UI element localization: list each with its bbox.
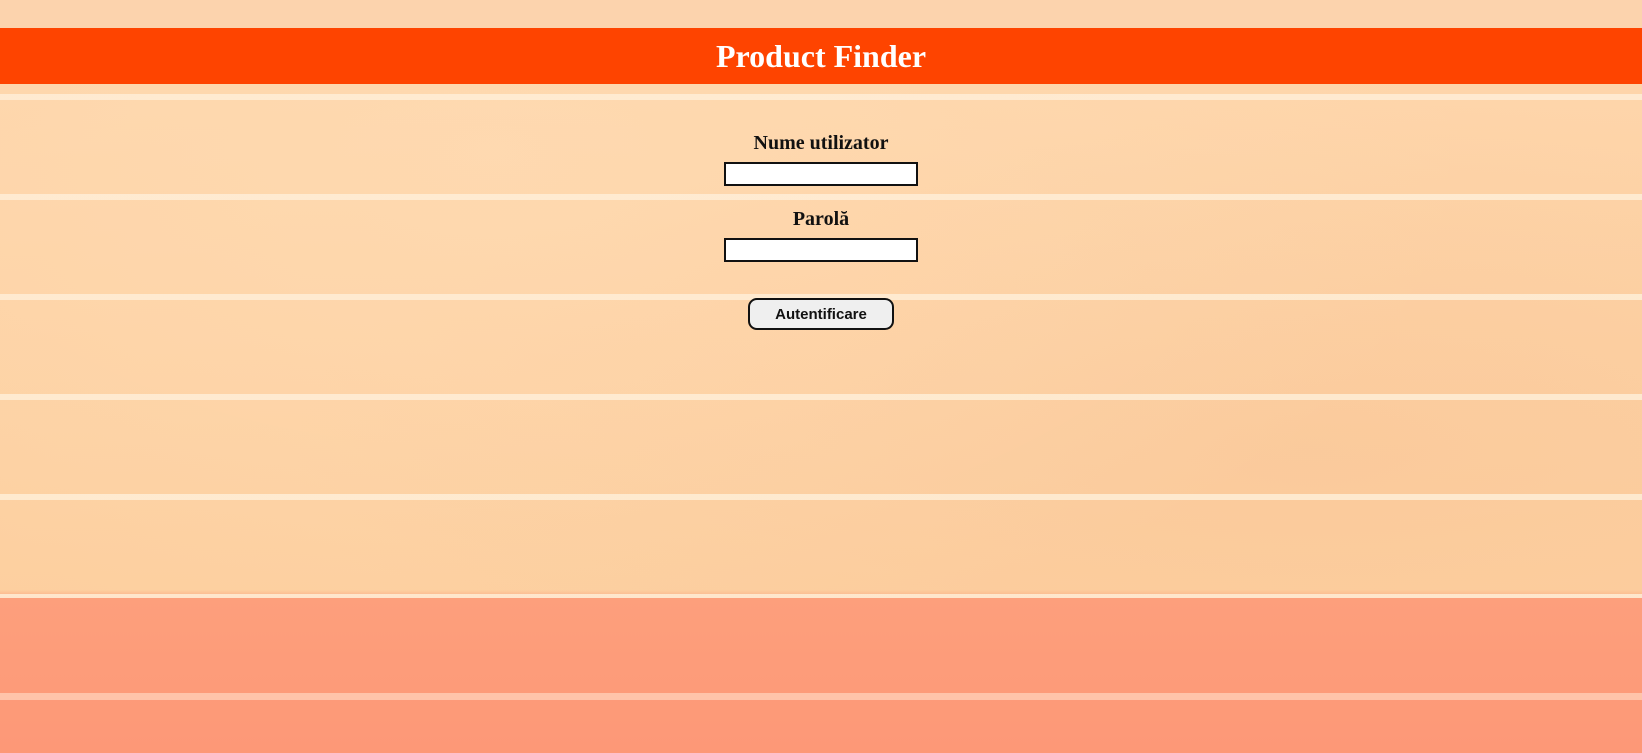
username-input[interactable] [724, 162, 918, 186]
password-input[interactable] [724, 238, 918, 262]
login-form: Nume utilizator Parolă Autentificare [0, 130, 1642, 330]
wall-lower-section [0, 598, 1642, 753]
page-title: Product Finder [715, 37, 927, 74]
password-label: Parolă [792, 208, 850, 230]
login-button[interactable]: Autentificare [748, 298, 894, 330]
wall-top-strip [0, 0, 1642, 28]
page-header: Product Finder [0, 28, 1642, 84]
username-label: Nume utilizator [753, 132, 889, 154]
